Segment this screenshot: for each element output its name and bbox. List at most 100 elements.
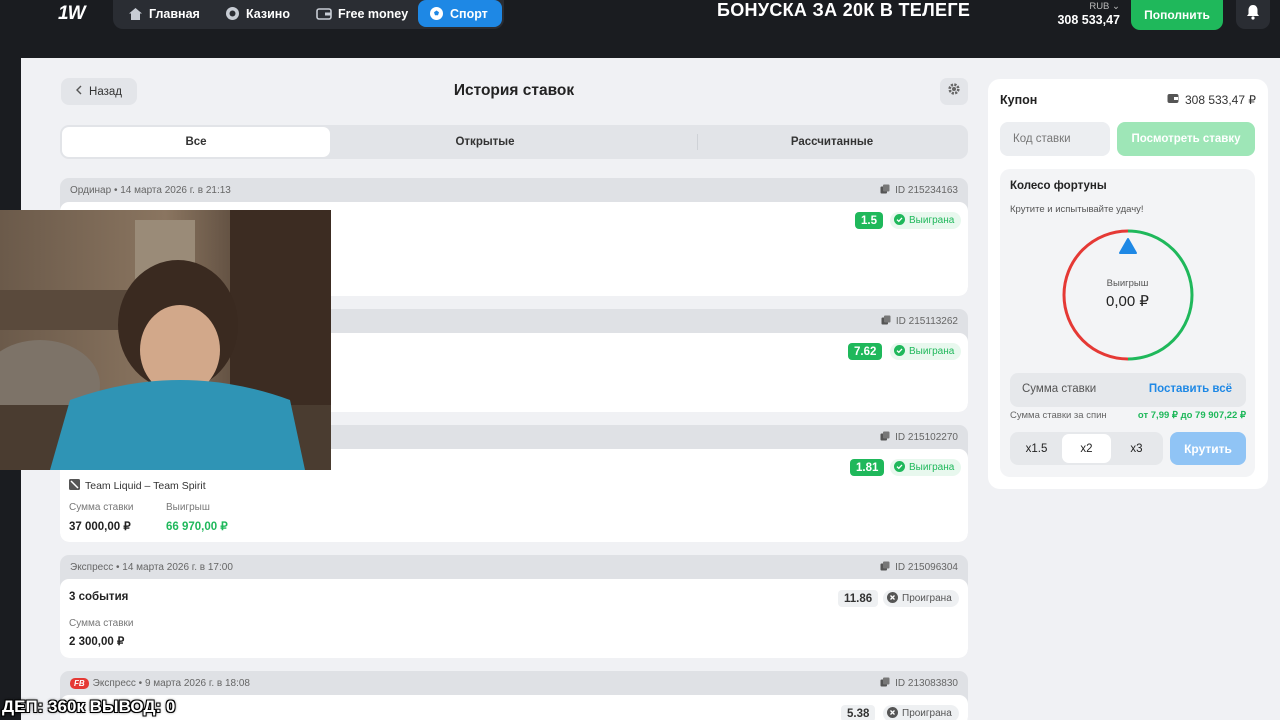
status-label: Выиграна xyxy=(909,462,955,473)
nav-sport[interactable]: Спорт xyxy=(418,0,502,27)
webcam-image xyxy=(0,210,331,470)
status-label: Выиграна xyxy=(909,215,955,226)
coupon-panel: Купон 308 533,47 ₽ Посмотреть ставку Кол… xyxy=(988,79,1268,489)
nav-casino[interactable]: Казино xyxy=(214,0,300,27)
coupon-balance-amount: 308 533,47 ₽ xyxy=(1184,93,1256,107)
tab-divider xyxy=(697,134,698,150)
freebet-badge: FB xyxy=(70,677,89,689)
multiplier-x2[interactable]: x2 xyxy=(1062,434,1111,463)
top-bar: 1W Главная Казино Free money Спорт БОНУС… xyxy=(0,0,1280,58)
tab-open[interactable]: Открытые xyxy=(340,127,630,157)
topup-button[interactable]: Пополнить xyxy=(1131,0,1223,30)
odds-badge: 5.38 xyxy=(841,705,876,720)
bet-id: ID 215102270 xyxy=(895,431,958,443)
spin-button[interactable]: Крутить xyxy=(1170,432,1246,465)
win-label: Выигрыш xyxy=(166,502,210,513)
bet-id: ID 215113262 xyxy=(895,315,958,327)
multiplier-selector: x1.5 x2 x3 xyxy=(1010,432,1163,465)
copy-icon[interactable] xyxy=(880,184,890,197)
event-count: 3 события xyxy=(69,591,129,603)
status-badge: Выиграна xyxy=(890,212,962,229)
balance-amount: 308 533,47 xyxy=(1057,13,1120,27)
nav-sport-label: Спорт xyxy=(450,6,488,21)
promo-banner-text: БОНУСКА ЗА 20К В ТЕЛЕГЕ xyxy=(717,0,971,20)
soccer-ball-icon xyxy=(428,6,444,22)
stake-range-value: от 7,99 ₽ до 79 907,22 ₽ xyxy=(1137,410,1246,421)
status-label: Выиграна xyxy=(909,346,955,357)
status-label: Проиграна xyxy=(902,708,952,719)
bet-card[interactable]: Экспресс • 14 марта 2026 г. в 17:00 ID 2… xyxy=(60,555,968,658)
main-nav: Главная Казино Free money Спорт xyxy=(113,0,504,29)
currency-code: RUB xyxy=(1089,1,1110,12)
view-bet-button[interactable]: Посмотреть ставку xyxy=(1117,122,1255,156)
back-button[interactable]: Назад xyxy=(61,78,137,105)
check-circle-icon xyxy=(894,460,905,475)
copy-icon[interactable] xyxy=(880,431,890,444)
nav-free-money[interactable]: Free money xyxy=(306,0,418,27)
multiplier-x3[interactable]: x3 xyxy=(1112,434,1161,463)
home-icon xyxy=(127,6,143,22)
chevron-left-icon xyxy=(76,85,82,98)
multiplier-x1-5[interactable]: x1.5 xyxy=(1012,434,1061,463)
stake-value: 37 000,00 ₽ xyxy=(69,521,131,533)
odds-badge: 1.81 xyxy=(850,459,885,476)
dota-icon xyxy=(69,479,80,493)
bell-icon xyxy=(1246,4,1260,25)
nav-home[interactable]: Главная xyxy=(117,0,210,27)
status-label: Проиграна xyxy=(902,593,952,604)
check-circle-icon xyxy=(894,344,905,359)
coupon-title: Купон xyxy=(1000,93,1038,107)
bet-code-input[interactable] xyxy=(1000,122,1110,156)
wheel-subtitle: Крутите и испытывайте удачу! xyxy=(1010,204,1144,215)
stake-range-label: Сумма ставки за спин xyxy=(1010,410,1107,421)
bet-id-group: ID 213083830 xyxy=(880,677,958,690)
spin-stake-field[interactable]: Сумма ставки Поставить всё xyxy=(1010,373,1246,407)
currency-selector[interactable]: RUB ⌄ xyxy=(1050,1,1120,12)
wheel-win-label: Выигрыш xyxy=(1106,278,1149,289)
bet-card-header: Ординар • 14 марта 2026 г. в 21:13 ID 21… xyxy=(60,178,968,202)
casino-chip-icon xyxy=(224,6,240,22)
logo[interactable]: 1W xyxy=(58,3,85,25)
bet-type-date: Экспресс • 9 марта 2026 г. в 18:08 xyxy=(92,677,250,689)
nav-casino-label: Казино xyxy=(246,6,290,21)
tab-settled[interactable]: Рассчитанные xyxy=(700,127,964,157)
fortune-wheel-widget: Колесо фортуны Крутите и испытывайте уда… xyxy=(1000,169,1255,477)
copy-icon[interactable] xyxy=(881,315,891,328)
bet-id-group: ID 215102270 xyxy=(880,431,958,444)
wheel-pointer-icon xyxy=(1119,238,1137,254)
bet-all-button[interactable]: Поставить всё xyxy=(1149,383,1232,395)
x-circle-icon xyxy=(887,706,898,720)
copy-icon[interactable] xyxy=(880,677,890,690)
status-badge: Проиграна xyxy=(883,705,959,720)
wheel-win-value: 0,00 ₽ xyxy=(1106,293,1149,310)
odds-badge: 11.86 xyxy=(838,590,879,607)
bet-filter-tabs: Все Открытые Рассчитанные xyxy=(60,125,968,159)
stake-value: 2 300,00 ₽ xyxy=(69,636,125,648)
tab-all[interactable]: Все xyxy=(62,127,330,157)
bet-card-header: FB Экспресс • 9 марта 2026 г. в 18:08 ID … xyxy=(60,671,968,695)
odds-badge: 1.5 xyxy=(855,212,883,229)
balance-display[interactable]: RUB ⌄ 308 533,47 xyxy=(1050,0,1120,27)
bet-type-date-group: FB Экспресс • 9 марта 2026 г. в 18:08 xyxy=(70,677,250,689)
nav-free-money-label: Free money xyxy=(338,6,409,21)
stake-range: Сумма ставки за спин от 7,99 ₽ до 79 907… xyxy=(1010,410,1246,421)
copy-icon[interactable] xyxy=(880,561,890,574)
nav-home-label: Главная xyxy=(149,6,200,21)
bet-card-body: 3 события 11.86 Проиграна Сумма ставки 2… xyxy=(60,579,968,658)
bet-id-group: ID 215113262 xyxy=(881,315,958,328)
back-label: Назад xyxy=(89,85,122,98)
settings-button[interactable] xyxy=(940,78,968,105)
status-badge: Выиграна xyxy=(890,343,962,360)
bet-card-body: 5.38 Проиграна xyxy=(60,695,968,720)
bet-card[interactable]: FB Экспресс • 9 марта 2026 г. в 18:08 ID … xyxy=(60,671,968,720)
stake-label: Сумма ставки xyxy=(69,502,134,513)
notifications-button[interactable] xyxy=(1236,0,1270,29)
chevron-down-icon: ⌄ xyxy=(1112,1,1120,12)
page-title: История ставок xyxy=(453,82,575,99)
bet-id: ID 213083830 xyxy=(895,677,958,689)
bet-id-group: ID 215234163 xyxy=(880,184,958,197)
win-value: 66 970,00 ₽ xyxy=(166,521,228,533)
odds-badge: 7.62 xyxy=(848,343,883,360)
x-circle-icon xyxy=(887,591,898,606)
status-badge: Проиграна xyxy=(883,590,959,607)
